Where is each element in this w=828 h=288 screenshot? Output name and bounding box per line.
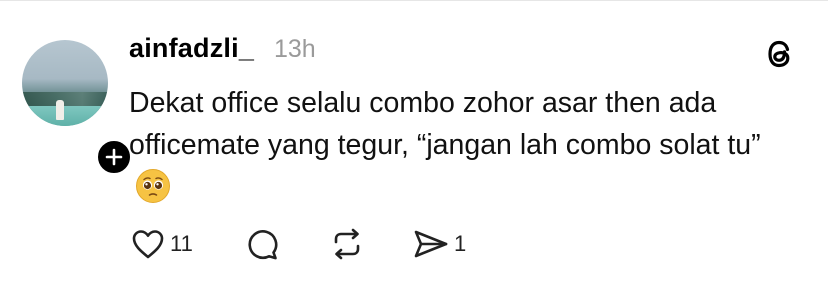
top-divider	[0, 0, 828, 1]
post-timestamp: 13h	[274, 35, 316, 63]
threads-icon[interactable]	[765, 37, 795, 71]
send-icon	[414, 230, 448, 258]
pleading-face-emoji	[136, 169, 170, 203]
post-text: Dekat office selalu combo zohor asar the…	[129, 82, 799, 208]
repost-icon	[334, 228, 360, 260]
avatar[interactable]	[22, 40, 133, 176]
comment-icon	[248, 230, 278, 260]
repost-button[interactable]	[330, 226, 364, 262]
share-count: 1	[454, 231, 467, 256]
comment-button[interactable]	[246, 226, 280, 262]
plus-icon	[105, 148, 123, 166]
post-body: Dekat office selalu combo zohor asar the…	[129, 87, 761, 161]
username[interactable]: ainfadzli_	[129, 33, 254, 64]
avatar-image[interactable]	[22, 40, 108, 126]
follow-button[interactable]	[95, 138, 133, 176]
like-count: 11	[170, 231, 193, 256]
heart-icon	[132, 230, 164, 259]
like-button[interactable]: 11	[130, 226, 193, 262]
share-button[interactable]: 1	[412, 226, 466, 262]
